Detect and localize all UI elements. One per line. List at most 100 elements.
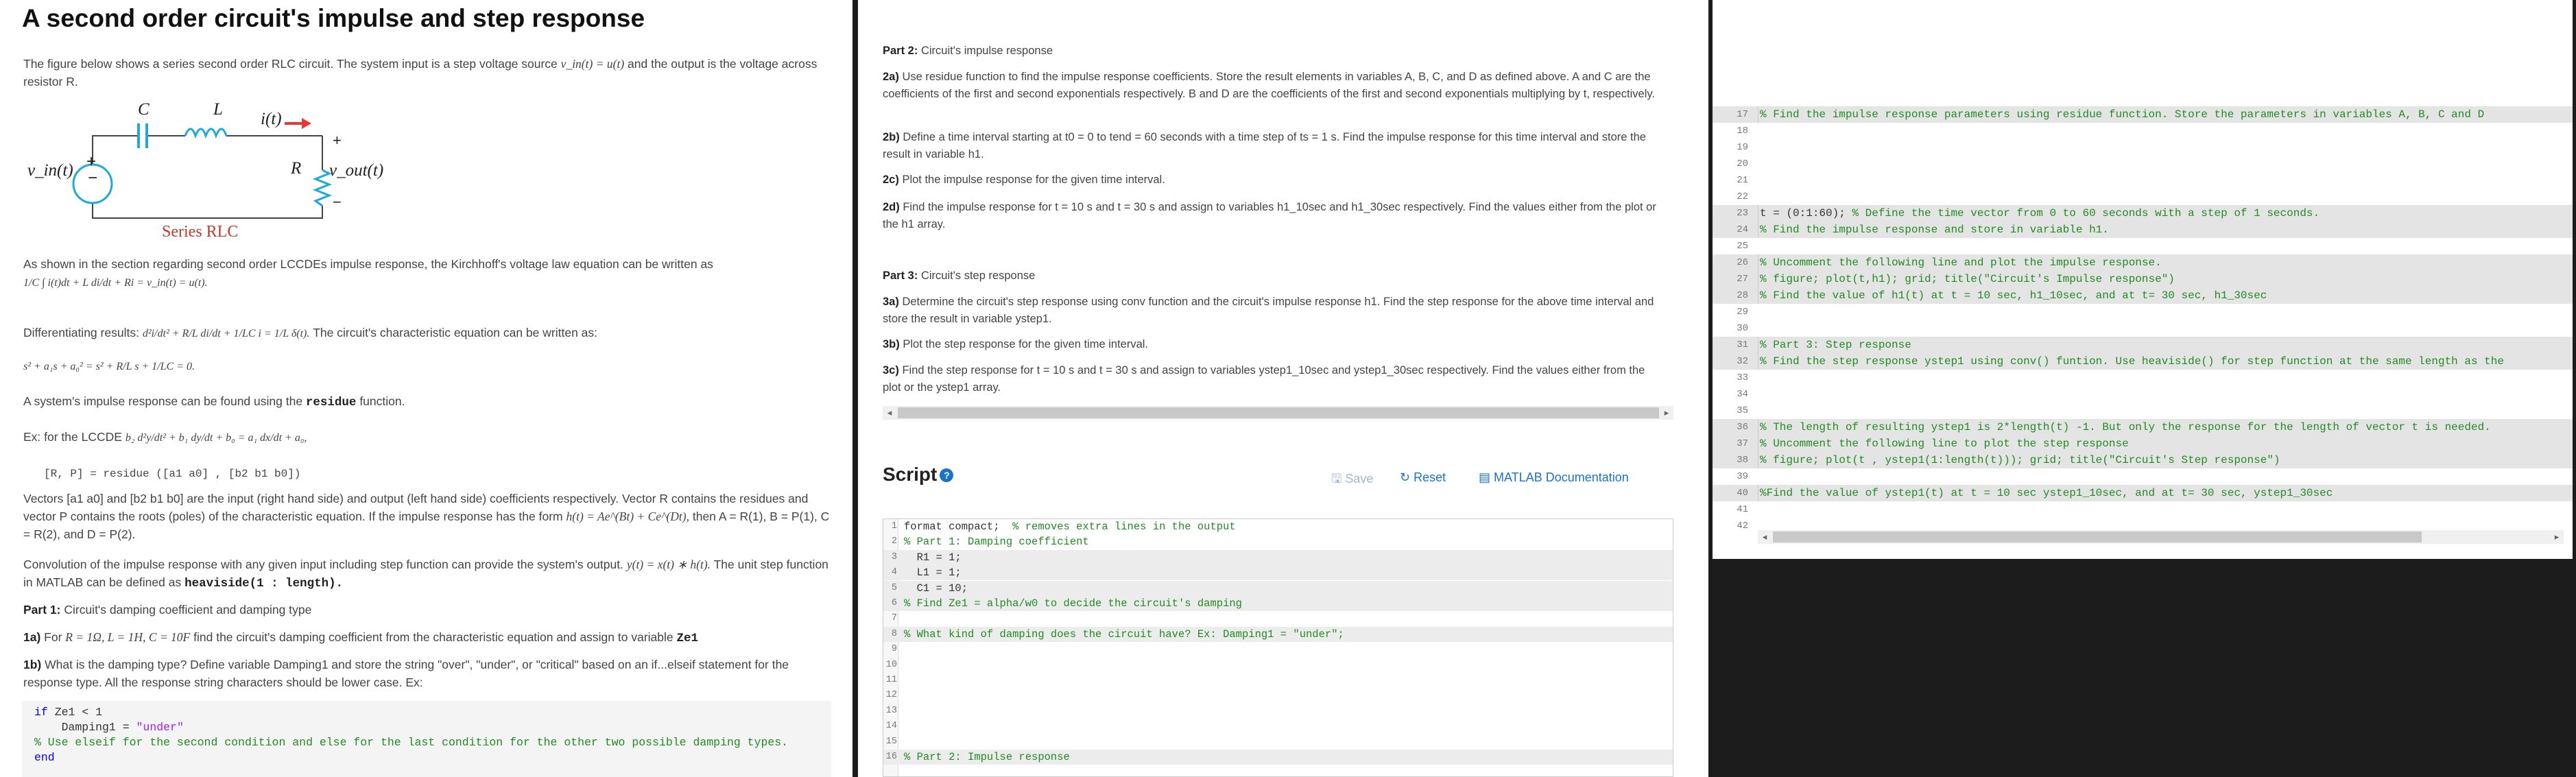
line-number: 17 <box>1737 109 1748 120</box>
code-line[interactable]: 41 <box>1713 501 2573 518</box>
line-text: % Part 2: Impulse response <box>904 750 1070 765</box>
code-line[interactable]: 8 % What kind of damping does the circuit… <box>883 626 1673 642</box>
matlab-documentation-link[interactable]: ▤ MATLAB Documentation <box>1479 470 1629 485</box>
line-number: 7 <box>891 613 897 624</box>
save-button[interactable]: 🖫 Save <box>1331 470 1373 491</box>
line-number: 19 <box>1737 142 1748 153</box>
example-paragraph: Ex: for the LCCDE b₂ d²y/dt² + b₁ dy/dt … <box>23 430 307 444</box>
line-number: 6 <box>891 598 897 608</box>
code-line[interactable]: 11 <box>883 673 1673 688</box>
code-line[interactable]: 29 <box>1713 304 2573 320</box>
code-line[interactable]: 38 % figure; plot(t , ystep1(1:length(t))… <box>1713 452 2573 468</box>
line-number: 41 <box>1737 504 1748 515</box>
damping-code-example: if Ze1 < 1 Damping1 = "under" % Use else… <box>22 701 831 777</box>
code-line[interactable]: 5 C1 = 10; <box>883 580 1673 596</box>
script-editor-continued[interactable]: 17 % Find the impulse response parameters… <box>1713 106 2573 531</box>
part2-heading: Part 2: Circuit's impulse response <box>883 45 1053 57</box>
code-line[interactable]: 39 <box>1713 468 2573 485</box>
scroll-right-arrow-icon[interactable]: ▸ <box>1660 406 1673 420</box>
code-line[interactable]: 27 % figure; plot(t,h1); grid; title("Cir… <box>1713 271 2573 287</box>
vout-minus-sign: − <box>333 193 342 211</box>
line-text: % Find Ze1 = alpha/w0 to decide the circ… <box>904 596 1242 611</box>
problem-description-panel: A second order circuit's impulse and ste… <box>0 0 852 777</box>
line-number: 22 <box>1737 191 1748 202</box>
documentation-icon: ▤ <box>1479 470 1491 484</box>
page-title: A second order circuit's impulse and ste… <box>22 4 645 32</box>
code-line[interactable]: 13 <box>883 704 1673 719</box>
code-line[interactable]: 12 <box>883 688 1673 703</box>
line-number: 16 <box>885 752 897 762</box>
line-number: 21 <box>1737 175 1748 186</box>
code-line[interactable]: 30 <box>1713 320 2573 337</box>
code-line[interactable]: 32 % Find the step response ystep1 using … <box>1713 353 2573 370</box>
script-editor[interactable]: 1 format compact; % removes extra lines i… <box>883 518 1673 777</box>
code-line[interactable]: 22 <box>1713 189 2573 205</box>
code-line[interactable]: 33 <box>1713 370 2573 386</box>
code-line[interactable]: 17 % Find the impulse response parameters… <box>1713 106 2573 123</box>
script-heading: Script? <box>883 464 954 486</box>
code-line[interactable]: 34 <box>1713 386 2573 403</box>
instructions-horizontal-scrollbar[interactable]: ◂ ▸ <box>883 406 1673 420</box>
code-line[interactable]: 31 % Part 3: Step response <box>1713 337 2573 353</box>
line-number: 31 <box>1737 339 1748 350</box>
code-token: R1 = 1; <box>904 551 962 564</box>
code-comment: % figure; plot(t,h1); grid; title("Circu… <box>1760 273 2175 285</box>
line-text: % Find the step response ystep1 using co… <box>1758 353 2504 370</box>
code-line[interactable]: 28 % Find the value of h1(t) at t = 10 se… <box>1713 287 2573 304</box>
code-line[interactable]: 14 <box>883 719 1673 734</box>
help-icon[interactable]: ? <box>940 468 954 482</box>
instructions-and-script-panel: Part 2: Circuit's impulse response 2a) U… <box>858 0 1708 777</box>
code-line[interactable]: 9 <box>883 642 1673 657</box>
code-line[interactable]: 40 %Find the value of ystep1(t) at t = 10… <box>1713 485 2573 501</box>
code-line[interactable]: 1 format compact; % removes extra lines i… <box>883 519 1673 534</box>
line-number: 18 <box>1737 125 1748 136</box>
right-pane: 17 % Find the impulse response parameters… <box>1713 0 2573 559</box>
code-line[interactable]: 20 <box>1713 156 2573 172</box>
scroll-right-arrow-icon[interactable]: ▸ <box>2550 530 2564 544</box>
editor-horizontal-scrollbar[interactable]: ◂ ▸ <box>1758 530 2564 544</box>
code-line[interactable]: 25 <box>1713 238 2573 254</box>
code-line[interactable]: 16 % Part 2: Impulse response <box>883 750 1673 765</box>
code-line[interactable]: 36 % The length of resulting ystep1 is 2*… <box>1713 419 2573 435</box>
line-number: 15 <box>885 736 897 747</box>
code-line[interactable]: 24 % Find the impulse response and store … <box>1713 222 2573 238</box>
scrollbar-thumb[interactable] <box>898 407 1659 418</box>
code-line[interactable]: 18 <box>1713 123 2573 139</box>
code-line[interactable]: 4 L1 = 1; <box>883 565 1673 581</box>
code-line[interactable]: 15 <box>883 734 1673 750</box>
line-number: 28 <box>1737 290 1748 301</box>
line-number: 35 <box>1737 405 1748 416</box>
residue-code-example: [R, P] = residue ([a1 a0] , [b2 b1 b0]) <box>44 468 301 480</box>
line-text: % Find the value of h1(t) at t = 10 sec,… <box>1758 287 2267 304</box>
code-line[interactable]: 2 % Part 1: Damping coefficient <box>883 534 1673 549</box>
question-2b: 2b) Define a time interval starting at t… <box>883 131 1646 160</box>
code-line[interactable]: 6 % Find Ze1 = alpha/w0 to decide the cir… <box>883 596 1673 611</box>
scroll-left-arrow-icon[interactable]: ◂ <box>883 406 896 420</box>
code-line[interactable]: 23 t = (0:1:60); % Define the time vector… <box>1713 205 2573 222</box>
code-comment: % Uncomment the following line to plot t… <box>1760 438 2129 450</box>
code-token: C1 = 10; <box>904 582 968 595</box>
line-text: % What kind of damping does the circuit … <box>904 627 1344 642</box>
line-number: 11 <box>885 675 897 685</box>
part1-heading: Part 1: Circuit's damping coefficient an… <box>23 603 312 617</box>
code-line[interactable]: 35 <box>1713 403 2573 419</box>
code-line[interactable]: 26 % Uncomment the following line and plo… <box>1713 254 2573 271</box>
code-line[interactable]: 7 <box>883 611 1673 626</box>
line-number: 2 <box>891 536 897 547</box>
code-line[interactable]: 3 R1 = 1; <box>883 549 1673 565</box>
code-token: format compact; <box>904 521 1000 533</box>
code-line[interactable]: 10 <box>883 658 1673 673</box>
code-line[interactable]: 21 <box>1713 172 2573 189</box>
line-number: 37 <box>1737 438 1748 449</box>
line-number: 14 <box>885 721 897 732</box>
script-editor-continued-panel: 17 % Find the impulse response parameters… <box>1713 0 2576 777</box>
code-line[interactable]: 19 <box>1713 139 2573 156</box>
question-3a: 3a) Determine the circuit's step respons… <box>883 296 1654 325</box>
reset-button[interactable]: ↻ Reset <box>1400 470 1446 485</box>
line-text: format compact; % removes extra lines in… <box>904 519 1236 534</box>
question-3c: 3c) Find the step response for t = 10 s … <box>883 364 1645 394</box>
scroll-left-arrow-icon[interactable]: ◂ <box>1758 530 1772 544</box>
code-comment: % Part 3: Step response <box>1760 339 1911 351</box>
scrollbar-thumb[interactable] <box>1773 531 2422 542</box>
code-line[interactable]: 37 % Uncomment the following line to plot… <box>1713 435 2573 452</box>
